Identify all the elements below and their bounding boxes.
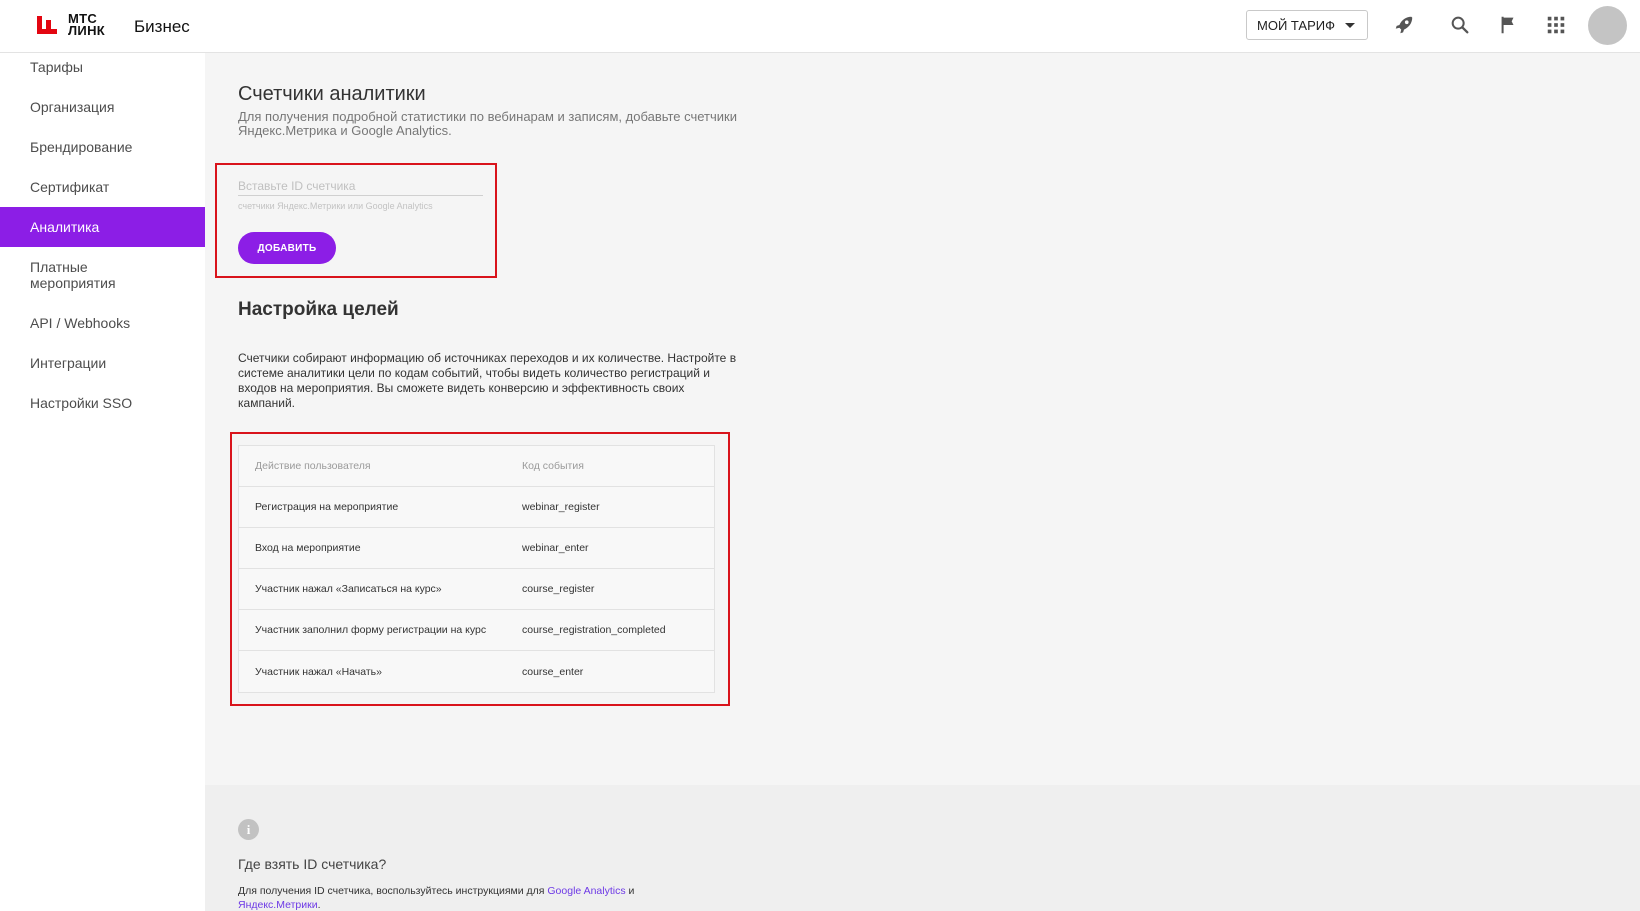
- event-code-cell: course_registration_completed: [522, 624, 666, 636]
- help-footer: i Где взять ID счетчика? Для получения I…: [205, 785, 1640, 911]
- my-tariff-dropdown[interactable]: МОЙ ТАРИФ: [1246, 10, 1368, 40]
- user-action-cell: Вход на мероприятие: [255, 542, 361, 554]
- logo-text: МТС ЛИНК: [68, 12, 105, 38]
- info-icon: i: [238, 819, 259, 840]
- table-header-row: Действие пользователя Код события: [239, 446, 714, 487]
- counter-id-hint: счетчики Яндекс.Метрики или Google Analy…: [238, 201, 433, 211]
- help-text-suffix: .: [317, 899, 321, 911]
- event-code-cell: course_enter: [522, 665, 584, 678]
- avatar[interactable]: [1588, 6, 1627, 45]
- product-name: Бизнес: [134, 17, 190, 36]
- page-title: Счетчики аналитики: [238, 83, 426, 105]
- table-row: Участник нажал «Записаться на курс» cour…: [239, 569, 714, 610]
- logo-text-line2: ЛИНК: [68, 23, 105, 38]
- main-content: Счетчики аналитики Для получения подробн…: [205, 53, 1640, 911]
- column-header-user-action: Действие пользователя: [255, 460, 371, 472]
- apps-grid-icon[interactable]: [1545, 14, 1567, 36]
- sidebar-item-integrations[interactable]: Интеграции: [0, 355, 205, 371]
- help-text: Для получения ID счетчика, воспользуйтес…: [238, 884, 698, 911]
- user-action-cell: Регистрация на мероприятие: [255, 501, 399, 513]
- settings-sidebar: Тарифы Организация Брендирование Сертифи…: [0, 53, 205, 911]
- user-action-cell: Участник нажал «Записаться на курс»: [255, 583, 442, 595]
- rocket-icon[interactable]: [1393, 14, 1415, 36]
- help-text-prefix: Для получения ID счетчика, воспользуйтес…: [238, 885, 545, 897]
- sidebar-item-paid-events[interactable]: Платные мероприятия: [0, 259, 130, 291]
- event-codes-table: Действие пользователя Код события Регист…: [238, 445, 715, 693]
- help-text-and: и: [628, 885, 635, 897]
- tariff-label: МОЙ ТАРИФ: [1257, 17, 1335, 33]
- google-analytics-link[interactable]: Google Analytics: [547, 885, 625, 897]
- counter-id-input[interactable]: [238, 176, 483, 196]
- mts-link-logo[interactable]: МТС ЛИНК: [35, 12, 105, 38]
- user-action-cell: Участник заполнил форму регистрации на к…: [255, 624, 487, 636]
- sidebar-item-label: Аналитика: [30, 219, 100, 235]
- user-action-cell: Участник нажал «Начать»: [255, 665, 382, 678]
- sidebar-item-organization[interactable]: Организация: [0, 99, 205, 115]
- page-subtitle: Для получения подробной статистики по ве…: [238, 109, 737, 138]
- table-row: Участник нажал «Начать» course_enter: [239, 651, 714, 692]
- chevron-down-icon: [1345, 23, 1355, 28]
- sidebar-item-api-webhooks[interactable]: API / Webhooks: [0, 315, 205, 331]
- table-row: Регистрация на мероприятие webinar_regis…: [239, 487, 714, 528]
- table-row: Участник заполнил форму регистрации на к…: [239, 610, 714, 651]
- sidebar-item-certificate[interactable]: Сертификат: [0, 179, 205, 195]
- column-header-event-code: Код события: [522, 460, 584, 472]
- add-counter-button[interactable]: ДОБАВИТЬ: [238, 232, 336, 264]
- help-title: Где взять ID счетчика?: [238, 856, 387, 872]
- sidebar-item-tariffs[interactable]: Тарифы: [0, 59, 205, 75]
- top-header: МТС ЛИНК Бизнес МОЙ ТАРИФ: [0, 0, 1640, 53]
- logo-mark-icon: [35, 13, 59, 37]
- sidebar-item-branding[interactable]: Брендирование: [0, 139, 205, 155]
- sidebar-item-sso-settings[interactable]: Настройки SSO: [0, 395, 205, 411]
- goals-description: Счетчики собирают информацию об источник…: [238, 351, 737, 410]
- flag-icon[interactable]: [1497, 14, 1519, 36]
- table-row: Вход на мероприятие webinar_enter: [239, 528, 714, 569]
- goals-section-title: Настройка целей: [238, 299, 399, 320]
- event-code-cell: course_register: [522, 583, 595, 595]
- event-code-cell: webinar_register: [522, 501, 600, 513]
- event-code-cell: webinar_enter: [522, 542, 589, 554]
- yandex-metrika-link[interactable]: Яндекс.Метрики: [238, 899, 318, 911]
- sidebar-item-analytics[interactable]: Аналитика: [0, 207, 205, 247]
- search-icon[interactable]: [1449, 14, 1471, 36]
